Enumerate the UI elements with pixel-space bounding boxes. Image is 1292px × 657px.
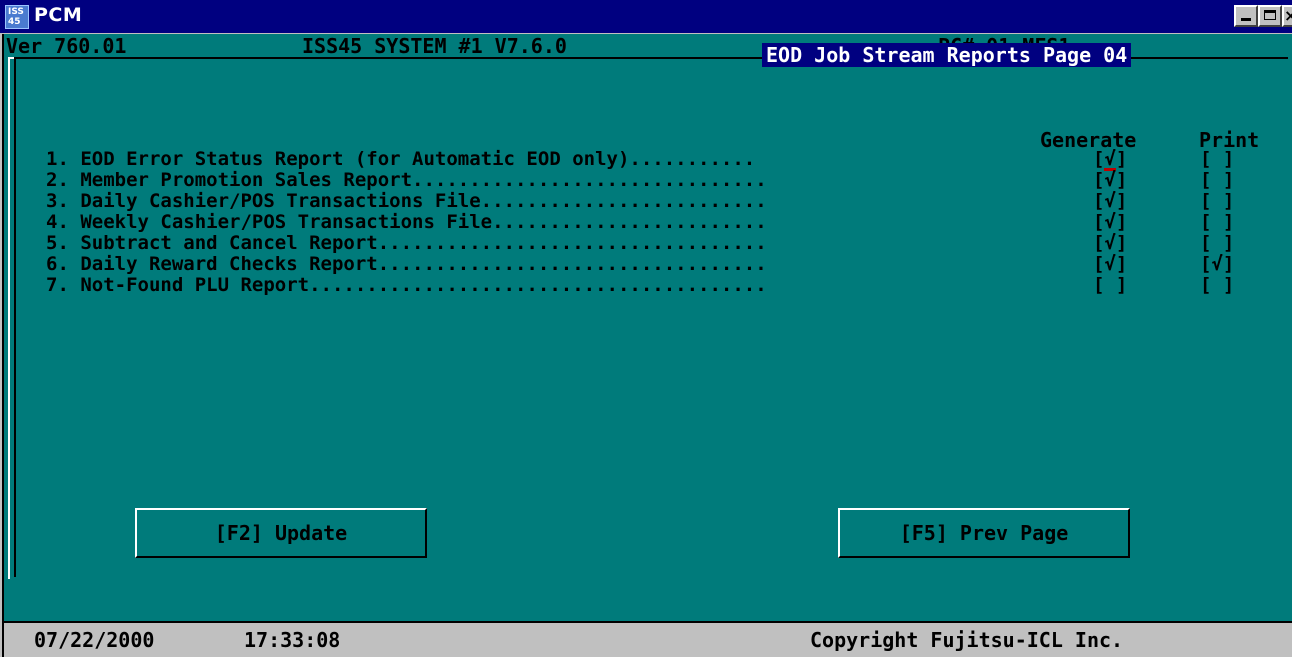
version-label: Ver 760.01 bbox=[6, 34, 127, 58]
title-bar[interactable]: ISS 45 PCM × bbox=[0, 0, 1292, 33]
report-4-print-checkbox[interactable]: [ ] bbox=[1200, 213, 1234, 232]
prev-page-button[interactable]: [F5] Prev Page bbox=[838, 508, 1130, 558]
status-date: 07/22/2000 bbox=[34, 628, 155, 652]
report-6-generate-checkbox[interactable]: [√] bbox=[1093, 255, 1127, 274]
report-5-generate-checkbox[interactable]: [√] bbox=[1093, 234, 1127, 253]
report-row-4-label: 4. Weekly Cashier/POS Transactions File.… bbox=[46, 211, 767, 233]
copyright-text: Copyright Fujitsu-ICL Inc. bbox=[810, 628, 1124, 652]
report-row-2-label: 2. Member Promotion Sales Report........… bbox=[46, 169, 767, 191]
report-1-print-checkbox[interactable]: [ ] bbox=[1200, 150, 1234, 169]
report-2-generate-checkbox[interactable]: [√] bbox=[1093, 171, 1127, 190]
app-icon: ISS 45 bbox=[5, 5, 29, 29]
status-time: 17:33:08 bbox=[244, 628, 341, 652]
minimize-button[interactable] bbox=[1234, 5, 1258, 27]
report-row-1-label: 1. EOD Error Status Report (for Automati… bbox=[46, 148, 756, 170]
report-row-7-label: 7. Not-Found PLU Report.................… bbox=[46, 274, 767, 296]
report-7-print-checkbox[interactable]: [ ] bbox=[1200, 276, 1234, 295]
page-title: EOD Job Stream Reports Page 04 bbox=[762, 43, 1132, 67]
report-4-generate-checkbox[interactable]: [√] bbox=[1093, 213, 1127, 232]
report-3-print-checkbox[interactable]: [ ] bbox=[1200, 192, 1234, 211]
system-label: ISS45 SYSTEM #1 V7.6.0 bbox=[302, 34, 567, 58]
report-row-3-label: 3. Daily Cashier/POS Transactions File..… bbox=[46, 190, 767, 212]
minimize-icon bbox=[1241, 18, 1251, 21]
report-3-generate-checkbox[interactable]: [√] bbox=[1093, 192, 1127, 211]
maximize-icon bbox=[1264, 10, 1276, 20]
close-icon: × bbox=[1284, 6, 1292, 25]
pcm-window: ISS 45 PCM × Ver 760.01 ISS45 SYSTEM #1 … bbox=[0, 0, 1292, 657]
report-row-5-label: 5. Subtract and Cancel Report...........… bbox=[46, 232, 767, 254]
report-row-6-label: 6. Daily Reward Checks Report...........… bbox=[46, 253, 767, 275]
status-bar: 07/22/2000 17:33:08 Copyright Fujitsu-IC… bbox=[4, 621, 1292, 653]
report-2-print-checkbox[interactable]: [ ] bbox=[1200, 171, 1234, 190]
update-button[interactable]: [F2] Update bbox=[135, 508, 427, 558]
report-1-generate-checkbox[interactable]: [√] bbox=[1093, 150, 1127, 169]
window-title: PCM bbox=[34, 4, 83, 26]
report-6-print-checkbox[interactable]: [√] bbox=[1200, 255, 1234, 274]
close-button[interactable]: × bbox=[1282, 5, 1292, 27]
report-7-generate-checkbox[interactable]: [ ] bbox=[1093, 276, 1127, 295]
report-5-print-checkbox[interactable]: [ ] bbox=[1200, 234, 1234, 253]
maximize-button[interactable] bbox=[1258, 5, 1282, 27]
